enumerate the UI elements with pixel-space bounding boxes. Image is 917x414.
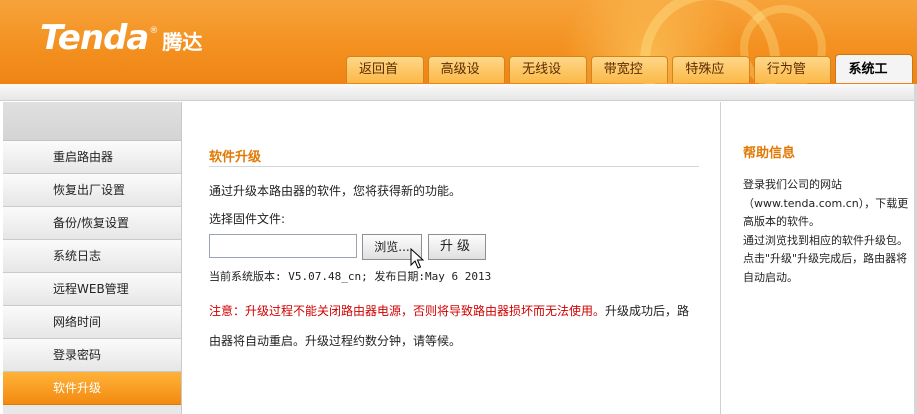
tab-home[interactable]: 返回首页 — [346, 56, 424, 83]
help-text: 登录我们公司的网站（www.tenda.com.cn），下载更高版本的软件。 通… — [743, 176, 913, 287]
firmware-file-input[interactable] — [209, 234, 357, 258]
tab-wireless-settings[interactable]: 无线设置 — [509, 56, 587, 83]
sidebar-item-system-log[interactable]: 系统日志 — [3, 240, 181, 273]
tab-special-applications[interactable]: 特殊应用 — [672, 56, 750, 83]
sidebar-menu: 重启路由器 恢复出厂设置 备份/恢复设置 系统日志 远程WEB管理 网络时间 登… — [3, 102, 182, 414]
tab-behavior-management[interactable]: 行为管理 — [753, 56, 832, 83]
page-description: 通过升级本路由器的软件，您将获得新的功能。 — [209, 184, 462, 198]
sidebar-item-backup-restore[interactable]: 备份/恢复设置 — [3, 207, 181, 240]
help-panel: 帮助信息 登录我们公司的网站（www.tenda.com.cn），下载更高版本的… — [722, 102, 917, 414]
logo-text-en: Tenda — [40, 18, 149, 58]
logo-text-cn: 腾达 — [162, 30, 203, 54]
title-divider — [209, 166, 699, 167]
header-banner: Tenda ® 腾达 返回首页 高级设置 无线设置 带宽控制 特殊应用 行为管理… — [0, 0, 917, 84]
tenda-logo: Tenda ® 腾达 — [40, 18, 202, 58]
help-paragraph: 通过浏览找到相应的软件升级包。 — [743, 233, 908, 247]
firmware-file-label: 选择固件文件: — [209, 212, 286, 226]
help-title: 帮助信息 — [743, 146, 796, 161]
page-title: 软件升级 — [209, 150, 262, 165]
tab-advanced-settings[interactable]: 高级设置 — [427, 56, 506, 83]
mouse-cursor-icon — [410, 248, 424, 269]
sidebar-item-network-time[interactable]: 网络时间 — [3, 306, 181, 339]
main-content: 软件升级 通过升级本路由器的软件，您将获得新的功能。 选择固件文件: 浏览...… — [182, 102, 721, 414]
tab-system-tools[interactable]: 系统工具 — [835, 54, 914, 83]
upgrade-notice: 注意：升级过程不能关闭路由器电源，否则将导致路由器损坏而无法使用。升级成功后，路… — [209, 296, 699, 356]
sidebar-item-firmware-upgrade[interactable]: 软件升级 — [3, 372, 181, 405]
tab-bandwidth-control[interactable]: 带宽控制 — [590, 56, 669, 83]
sidebar-item-remote-web[interactable]: 远程WEB管理 — [3, 273, 181, 306]
logo-registered-mark: ® — [149, 26, 159, 36]
help-paragraph: 登录我们公司的网站（www.tenda.com.cn），下载更高版本的软件。 — [743, 178, 909, 228]
sidebar-item-factory-reset[interactable]: 恢复出厂设置 — [3, 174, 181, 207]
main-nav-tabs: 返回首页 高级设置 无线设置 带宽控制 特殊应用 行为管理 系统工具 — [346, 54, 917, 84]
upgrade-button[interactable]: 升级 — [428, 234, 486, 260]
help-paragraph: 点击"升级"升级完成后，路由器将自动启动。 — [743, 252, 908, 284]
current-version-text: 当前系统版本: V5.07.48_cn; 发布日期:May 6 2013 — [209, 270, 492, 283]
sub-header-bar — [0, 84, 917, 101]
upgrade-warning: 注意：升级过程不能关闭路由器电源，否则将导致路由器损坏而无法使用。 — [209, 304, 606, 318]
sidebar-item-reboot[interactable]: 重启路由器 — [3, 141, 181, 174]
sidebar-item-login-password[interactable]: 登录密码 — [3, 339, 181, 372]
sidebar-header — [3, 102, 181, 141]
